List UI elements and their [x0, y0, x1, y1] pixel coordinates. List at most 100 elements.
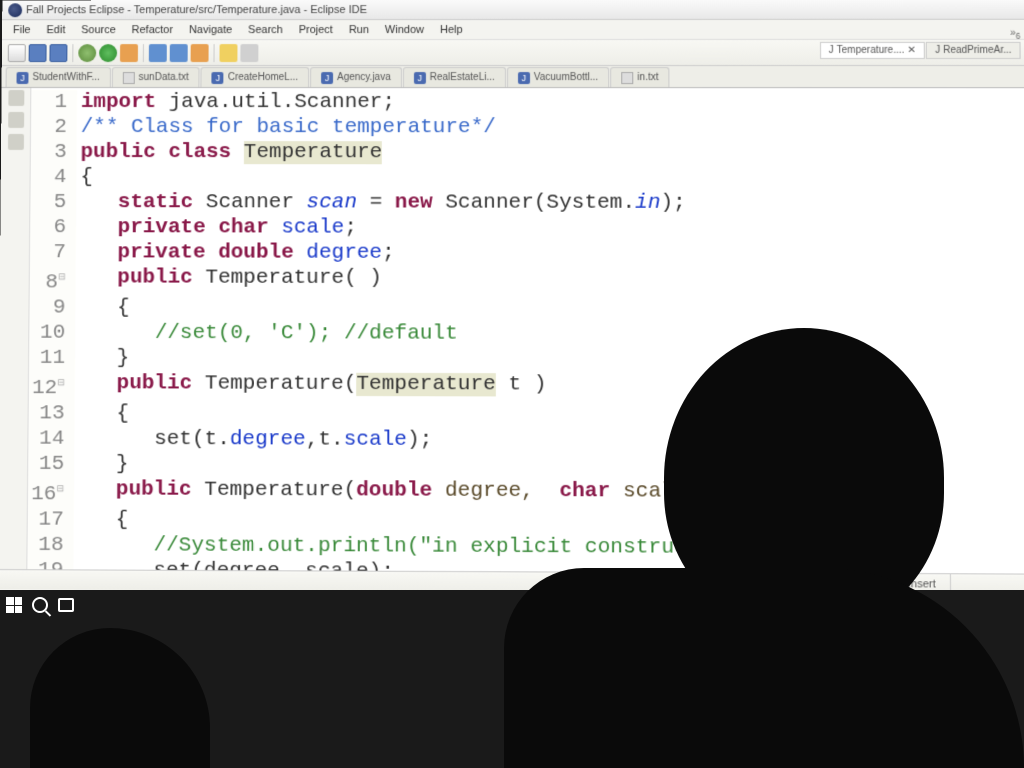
line-number: 2 — [31, 115, 77, 140]
tab-label: CreateHomeL... — [228, 72, 298, 83]
menu-file[interactable]: File — [6, 22, 38, 38]
tab-label: RealEstateLi... — [430, 72, 495, 83]
menu-bar: FileEditSourceRefactorNavigateSearchProj… — [2, 20, 1024, 40]
line-number: 3 — [31, 140, 77, 165]
close-icon[interactable]: ✕ — [907, 45, 916, 56]
new-icon[interactable] — [8, 44, 26, 62]
line-number: 18 — [27, 533, 73, 559]
menu-source[interactable]: Source — [74, 22, 123, 38]
editor-tab[interactable]: J Agency.java — [310, 67, 402, 87]
line-number: 9 — [29, 295, 75, 320]
menu-refactor[interactable]: Refactor — [125, 22, 180, 38]
menu-search[interactable]: Search — [241, 22, 290, 38]
save-all-icon[interactable] — [49, 44, 67, 62]
code-content: /** Class for basic temperature*/ — [77, 115, 1024, 141]
tab-label: in.txt — [637, 72, 658, 83]
debug-icon[interactable] — [78, 44, 96, 62]
tab-label: ReadPrimeAr... — [943, 45, 1012, 56]
tab-label: StudentWithF... — [32, 72, 99, 83]
java-file-icon: J — [518, 72, 530, 84]
text-file-icon — [123, 72, 135, 84]
line-number: 8⊟ — [30, 265, 76, 295]
outline-icon[interactable] — [8, 112, 24, 128]
task-list-icon[interactable] — [7, 134, 23, 150]
menu-edit[interactable]: Edit — [39, 22, 72, 38]
code-line[interactable]: 5 static Scanner scan = new Scanner(Syst… — [30, 190, 1024, 216]
foreground-silhouette-left — [30, 628, 210, 768]
run-icon[interactable] — [99, 44, 117, 62]
eclipse-icon — [8, 3, 22, 17]
line-number: 15 — [28, 452, 74, 477]
start-button[interactable] — [6, 597, 22, 613]
editor-tab[interactable]: in.txt — [610, 67, 669, 87]
code-content: public class Temperature — [76, 140, 1024, 166]
code-content: import java.util.Scanner; — [77, 90, 1024, 115]
line-number: 6 — [30, 215, 76, 240]
text-file-icon — [621, 72, 633, 84]
perspective-tab[interactable]: JTemperature....✕ — [820, 42, 925, 59]
separator — [72, 44, 73, 62]
separator — [143, 44, 144, 62]
perspective-tabs: JTemperature....✕JReadPrimeAr... — [820, 42, 1021, 59]
line-number: 16⊟ — [28, 477, 74, 508]
java-file-icon: J — [17, 72, 29, 84]
code-line[interactable]: 4{ — [31, 165, 1024, 191]
code-content: { — [76, 165, 1024, 191]
code-line[interactable]: 6 private char scale; — [30, 215, 1024, 242]
open-type-icon[interactable] — [191, 44, 209, 62]
menu-help[interactable]: Help — [433, 22, 470, 38]
window-title: Fall Projects Eclipse - Temperature/src/… — [26, 4, 367, 16]
editor-tab[interactable]: J VacuumBottl... — [507, 67, 610, 87]
editor-tabs: JStudentWithF...sunData.txtJCreateHomeL.… — [2, 66, 1024, 88]
coverage-icon[interactable] — [120, 44, 138, 62]
perspective-tab[interactable]: JReadPrimeAr... — [926, 42, 1021, 59]
java-file-icon: J — [935, 45, 940, 56]
perspective-overflow[interactable]: »6 — [1010, 28, 1020, 41]
editor-tab[interactable]: J RealEstateLi... — [403, 67, 506, 87]
java-file-icon: J — [829, 45, 834, 56]
toggle-icon[interactable] — [240, 44, 258, 62]
menu-project[interactable]: Project — [292, 22, 340, 38]
foreground-person-silhouette — [504, 288, 1024, 768]
editor-tab[interactable]: J CreateHomeL... — [201, 67, 309, 87]
code-content: private double degree; — [76, 240, 1024, 267]
editor-tab[interactable]: sunData.txt — [112, 67, 200, 87]
package-explorer-icon[interactable] — [8, 90, 24, 106]
java-file-icon: J — [321, 72, 333, 84]
line-number: 12⊟ — [29, 371, 75, 401]
tab-label: VacuumBottl... — [534, 72, 598, 83]
code-line[interactable]: 7 private double degree; — [30, 240, 1024, 267]
search-icon[interactable] — [32, 597, 48, 613]
new-package-icon[interactable] — [149, 44, 167, 62]
line-number: 10 — [29, 321, 75, 346]
line-number: 5 — [30, 190, 76, 215]
line-number: 1 — [31, 90, 77, 115]
line-number: 7 — [30, 240, 76, 265]
line-number: 17 — [28, 507, 74, 533]
line-number: 14 — [28, 426, 74, 451]
code-line[interactable]: 2/** Class for basic temperature*/ — [31, 115, 1024, 141]
tab-label: sunData.txt — [139, 72, 189, 83]
menu-window[interactable]: Window — [378, 22, 431, 38]
menu-navigate[interactable]: Navigate — [182, 22, 239, 38]
tab-label: Temperature.... — [837, 45, 905, 56]
code-line[interactable]: 1import java.util.Scanner; — [31, 90, 1024, 115]
code-content: static Scanner scan = new Scanner(System… — [76, 190, 1024, 216]
task-view-icon[interactable] — [58, 598, 74, 612]
editor-tab[interactable]: JStudentWithF... — [6, 67, 111, 87]
line-number: 11 — [29, 346, 75, 371]
line-number: 13 — [29, 401, 75, 426]
title-bar: Fall Projects Eclipse - Temperature/src/… — [2, 0, 1024, 20]
tab-label: Agency.java — [337, 72, 391, 83]
left-vertical-toolbar — [0, 88, 31, 569]
line-number: 4 — [31, 165, 77, 190]
new-class-icon[interactable] — [170, 44, 188, 62]
java-file-icon: J — [212, 72, 224, 84]
search-icon[interactable] — [219, 44, 237, 62]
separator — [214, 44, 215, 62]
java-file-icon: J — [414, 72, 426, 84]
code-content: private char scale; — [76, 215, 1024, 242]
save-icon[interactable] — [29, 44, 47, 62]
menu-run[interactable]: Run — [342, 22, 376, 38]
code-line[interactable]: 3public class Temperature — [31, 140, 1024, 166]
